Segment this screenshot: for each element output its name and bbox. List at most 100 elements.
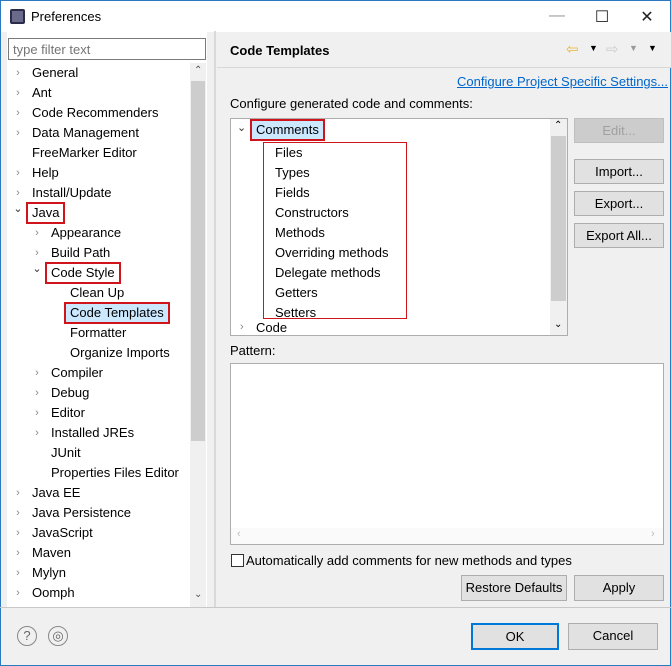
back-dropdown-icon[interactable]: ▼ [589, 43, 598, 53]
chevron-right-icon[interactable]: › [12, 583, 24, 603]
tree-item-maven[interactable]: › Maven [8, 543, 190, 563]
tree-item-label: Properties Files Editor [51, 465, 179, 480]
pattern-hscrollbar[interactable]: ‹ › [231, 528, 663, 544]
auto-comments-checkbox[interactable] [231, 554, 244, 567]
tree-item-java[interactable]: ⌄ Java [8, 202, 190, 224]
tree-item-code[interactable]: Code [256, 320, 287, 335]
tree-item-general[interactable]: › General [8, 63, 190, 83]
configure-project-link[interactable]: Configure Project Specific Settings... [457, 74, 668, 89]
scroll-thumb[interactable] [551, 136, 566, 301]
tree-item-compiler[interactable]: › Compiler [8, 363, 190, 383]
export-all-button[interactable]: Export All... [574, 223, 664, 248]
auto-comments-label: Automatically add comments for new metho… [246, 553, 572, 568]
tree-item-help[interactable]: › Help [8, 163, 190, 183]
help-icon[interactable]: ? [17, 626, 37, 646]
tree-item-label: Oomph [32, 585, 75, 600]
restore-defaults-button[interactable]: Restore Defaults [461, 575, 567, 601]
chevron-right-icon[interactable]: › [12, 543, 24, 563]
scroll-thumb[interactable] [191, 81, 205, 441]
tree-item-mylyn[interactable]: › Mylyn [8, 563, 190, 583]
preference-tree: › General › Ant › Code Recommenders › Data Mana… [8, 63, 190, 607]
tree-item-properties-files-editor[interactable]: Properties Files Editor [8, 463, 190, 483]
chevron-right-icon[interactable]: › [12, 103, 24, 123]
tree-item-freemarker-editor[interactable]: FreeMarker Editor [8, 143, 190, 163]
minimize-button[interactable]: — [547, 7, 567, 27]
tree-item-clean-up[interactable]: Clean Up [8, 283, 190, 303]
chevron-right-icon[interactable]: › [12, 163, 24, 183]
chevron-down-icon[interactable]: ⌄ [237, 121, 246, 134]
chevron-right-icon[interactable]: › [12, 503, 24, 523]
chevron-right-icon[interactable]: › [12, 63, 24, 83]
chevron-right-icon[interactable]: › [31, 223, 43, 243]
edit-button[interactable]: Edit... [574, 118, 664, 143]
chevron-right-icon[interactable]: › [12, 483, 24, 503]
tree-item-code-templates[interactable]: Code Templates [8, 302, 190, 324]
tree-item-getters[interactable]: Getters [275, 283, 318, 303]
scroll-right-icon[interactable]: › [651, 528, 655, 540]
tree-item-javascript[interactable]: › JavaScript [8, 523, 190, 543]
tree-item-junit[interactable]: JUnit [8, 443, 190, 463]
view-menu-icon[interactable]: ▼ [648, 43, 657, 53]
chevron-down-icon[interactable]: ⌄ [31, 259, 43, 279]
tree-item-editor[interactable]: › Editor [8, 403, 190, 423]
tree-item-appearance[interactable]: › Appearance [8, 223, 190, 243]
cancel-button[interactable]: Cancel [568, 623, 658, 650]
scroll-down-icon[interactable]: ⌄ [194, 589, 202, 600]
chevron-down-icon[interactable]: ⌄ [12, 199, 24, 219]
tree-item-java-ee[interactable]: › Java EE [8, 483, 190, 503]
pattern-label: Pattern: [230, 343, 276, 358]
tree-item-oomph[interactable]: › Oomph [8, 583, 190, 603]
tree-item-installed-jres[interactable]: › Installed JREs [8, 423, 190, 443]
tree-item-label: Appearance [51, 225, 122, 240]
eclipse-app-icon [10, 9, 25, 24]
tree-scrollbar[interactable]: ⌃ ⌄ [190, 63, 206, 607]
tree-item-debug[interactable]: › Debug [8, 383, 190, 403]
tree-item-organize-imports[interactable]: Organize Imports [8, 343, 190, 363]
tree-item-label: Ant [32, 85, 52, 100]
filter-input[interactable] [8, 38, 206, 60]
close-button[interactable]: ✕ [637, 7, 657, 27]
scroll-up-icon[interactable]: ⌃ [194, 65, 202, 76]
tree-item-ant[interactable]: › Ant [8, 83, 190, 103]
import-button[interactable]: Import... [574, 159, 664, 184]
chevron-right-icon[interactable]: › [240, 321, 244, 333]
tree-item-files[interactable]: Files [275, 143, 302, 163]
chevron-right-icon[interactable]: › [31, 423, 43, 443]
tree-item-code-style[interactable]: ⌄ Code Style [8, 262, 190, 284]
tree-item-types[interactable]: Types [275, 163, 310, 183]
maximize-button[interactable]: ☐ [592, 7, 612, 27]
apply-button[interactable]: Apply [574, 575, 664, 601]
tree-item-code-recommenders[interactable]: › Code Recommenders [8, 103, 190, 123]
chevron-right-icon[interactable]: › [31, 363, 43, 383]
chevron-right-icon[interactable]: › [12, 123, 24, 143]
forward-arrow-icon[interactable]: ⇨ [606, 40, 619, 58]
tree-item-delegate-methods[interactable]: Delegate methods [275, 263, 381, 283]
tree-item-overriding-methods[interactable]: Overriding methods [275, 243, 388, 263]
sash[interactable] [214, 31, 216, 607]
tree-item-label: JavaScript [32, 525, 93, 540]
chevron-right-icon[interactable]: › [12, 563, 24, 583]
export-button[interactable]: Export... [574, 191, 664, 216]
tree-item-comments[interactable]: Comments [250, 119, 325, 141]
tree-item-data-management[interactable]: › Data Management [8, 123, 190, 143]
tree-item-constructors[interactable]: Constructors [275, 203, 349, 223]
chevron-right-icon[interactable]: › [31, 403, 43, 423]
tree-item-java-persistence[interactable]: › Java Persistence [8, 503, 190, 523]
chevron-right-icon[interactable]: › [12, 83, 24, 103]
chevron-right-icon[interactable]: › [12, 523, 24, 543]
ok-button[interactable]: OK [471, 623, 559, 650]
pattern-textarea[interactable]: ‹ › [230, 363, 664, 545]
tree-item-fields[interactable]: Fields [275, 183, 310, 203]
scroll-left-icon[interactable]: ‹ [237, 528, 241, 540]
back-arrow-icon[interactable]: ⇦ [566, 40, 579, 58]
footer-divider [0, 607, 671, 608]
tree-item-install-update[interactable]: › Install/Update [8, 183, 190, 203]
scroll-up-icon[interactable]: ⌃ [554, 120, 562, 131]
templates-scrollbar[interactable]: ⌃ ⌄ [550, 119, 567, 335]
tree-item-methods[interactable]: Methods [275, 223, 325, 243]
scroll-down-icon[interactable]: ⌄ [554, 319, 562, 330]
tree-item-formatter[interactable]: Formatter [8, 323, 190, 343]
chevron-right-icon[interactable]: › [31, 383, 43, 403]
import-prefs-icon[interactable]: ◎ [48, 626, 68, 646]
forward-dropdown-icon[interactable]: ▼ [629, 43, 638, 53]
